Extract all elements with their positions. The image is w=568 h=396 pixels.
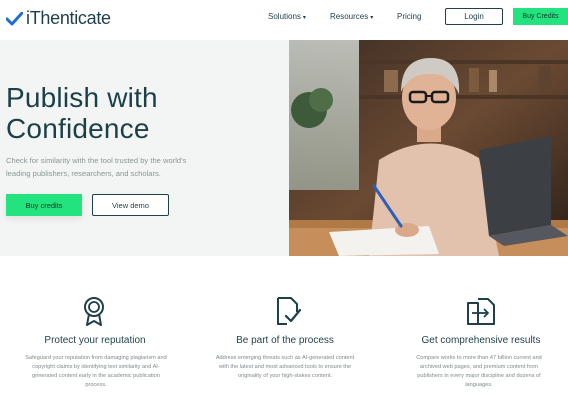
feature-desc-line: with the latest and most advanced tools … <box>218 364 352 370</box>
woman-writing-photo <box>289 40 568 256</box>
checkmark-logo-icon <box>6 11 23 25</box>
award-ribbon-icon <box>84 297 104 326</box>
feature-title-process: Be part of the process <box>236 335 334 346</box>
feature-desc-line: Address emerging threats such as AI-gene… <box>215 355 355 361</box>
hero-title: Publish with Confidence <box>6 82 158 144</box>
feature-desc-line: archived web pages, and premium content … <box>419 364 539 370</box>
feature-title-reputation: Protect your reputation <box>44 335 146 346</box>
buy-credits-button[interactable]: Buy credits <box>6 194 82 216</box>
document-check-icon <box>277 297 301 325</box>
logo-text: iThenticate <box>26 8 111 28</box>
feature-desc-process: Address emerging threats such as AI-gene… <box>192 354 378 381</box>
feature-desc-results: Compare works to more than 47 billion cu… <box>390 354 568 390</box>
hero-subtitle: Check for similarity with the tool trust… <box>6 154 246 180</box>
nav-pricing-label: Pricing <box>397 12 422 21</box>
feature-desc-line: generated content early in the academic … <box>32 373 160 379</box>
hero-subtitle-line-1: Check for similarity with the tool trust… <box>6 156 187 165</box>
feature-desc-line: Safeguard your reputation from damaging … <box>25 355 167 361</box>
hero-title-line-2: Confidence <box>6 113 150 144</box>
feature-desc-line: Compare works to more than 47 billion cu… <box>416 355 542 361</box>
hero-title-line-1: Publish with <box>6 82 158 113</box>
feature-title-results: Get comprehensive results <box>421 335 541 346</box>
hero-panel <box>0 40 289 256</box>
top-navigation: iThenticate Solutions ▾ Resources ▾ Pricin… <box>0 0 568 36</box>
nav-solutions[interactable]: Solutions ▾ <box>268 12 306 21</box>
nav-solutions-label: Solutions <box>268 12 301 21</box>
documents-compare-icon <box>467 298 495 325</box>
hero-subtitle-line-2: leading publishers, researchers, and sch… <box>6 169 161 178</box>
feature-desc-reputation: Safeguard your reputation from damaging … <box>2 354 190 390</box>
feature-desc-line: languages. <box>465 382 493 388</box>
buy-credits-header-button[interactable]: Buy Credits <box>513 8 568 25</box>
nav-resources[interactable]: Resources ▾ <box>330 12 373 21</box>
feature-desc-line: publishers in every major discipline and… <box>417 373 541 379</box>
logo[interactable]: iThenticate <box>6 8 111 29</box>
feature-desc-line: copyright claims by identifying text sim… <box>32 364 160 370</box>
chevron-down-icon: ▾ <box>302 15 306 21</box>
nav-pricing[interactable]: Pricing <box>397 12 421 21</box>
feature-desc-line: process. <box>85 382 107 388</box>
chevron-down-icon: ▾ <box>370 15 374 21</box>
feature-desc-line: originality of your high-stakes content. <box>238 373 332 379</box>
hero-photo <box>289 40 568 256</box>
view-demo-button[interactable]: View demo <box>92 194 169 216</box>
login-button[interactable]: Login <box>445 8 503 25</box>
nav-resources-label: Resources <box>330 12 369 21</box>
